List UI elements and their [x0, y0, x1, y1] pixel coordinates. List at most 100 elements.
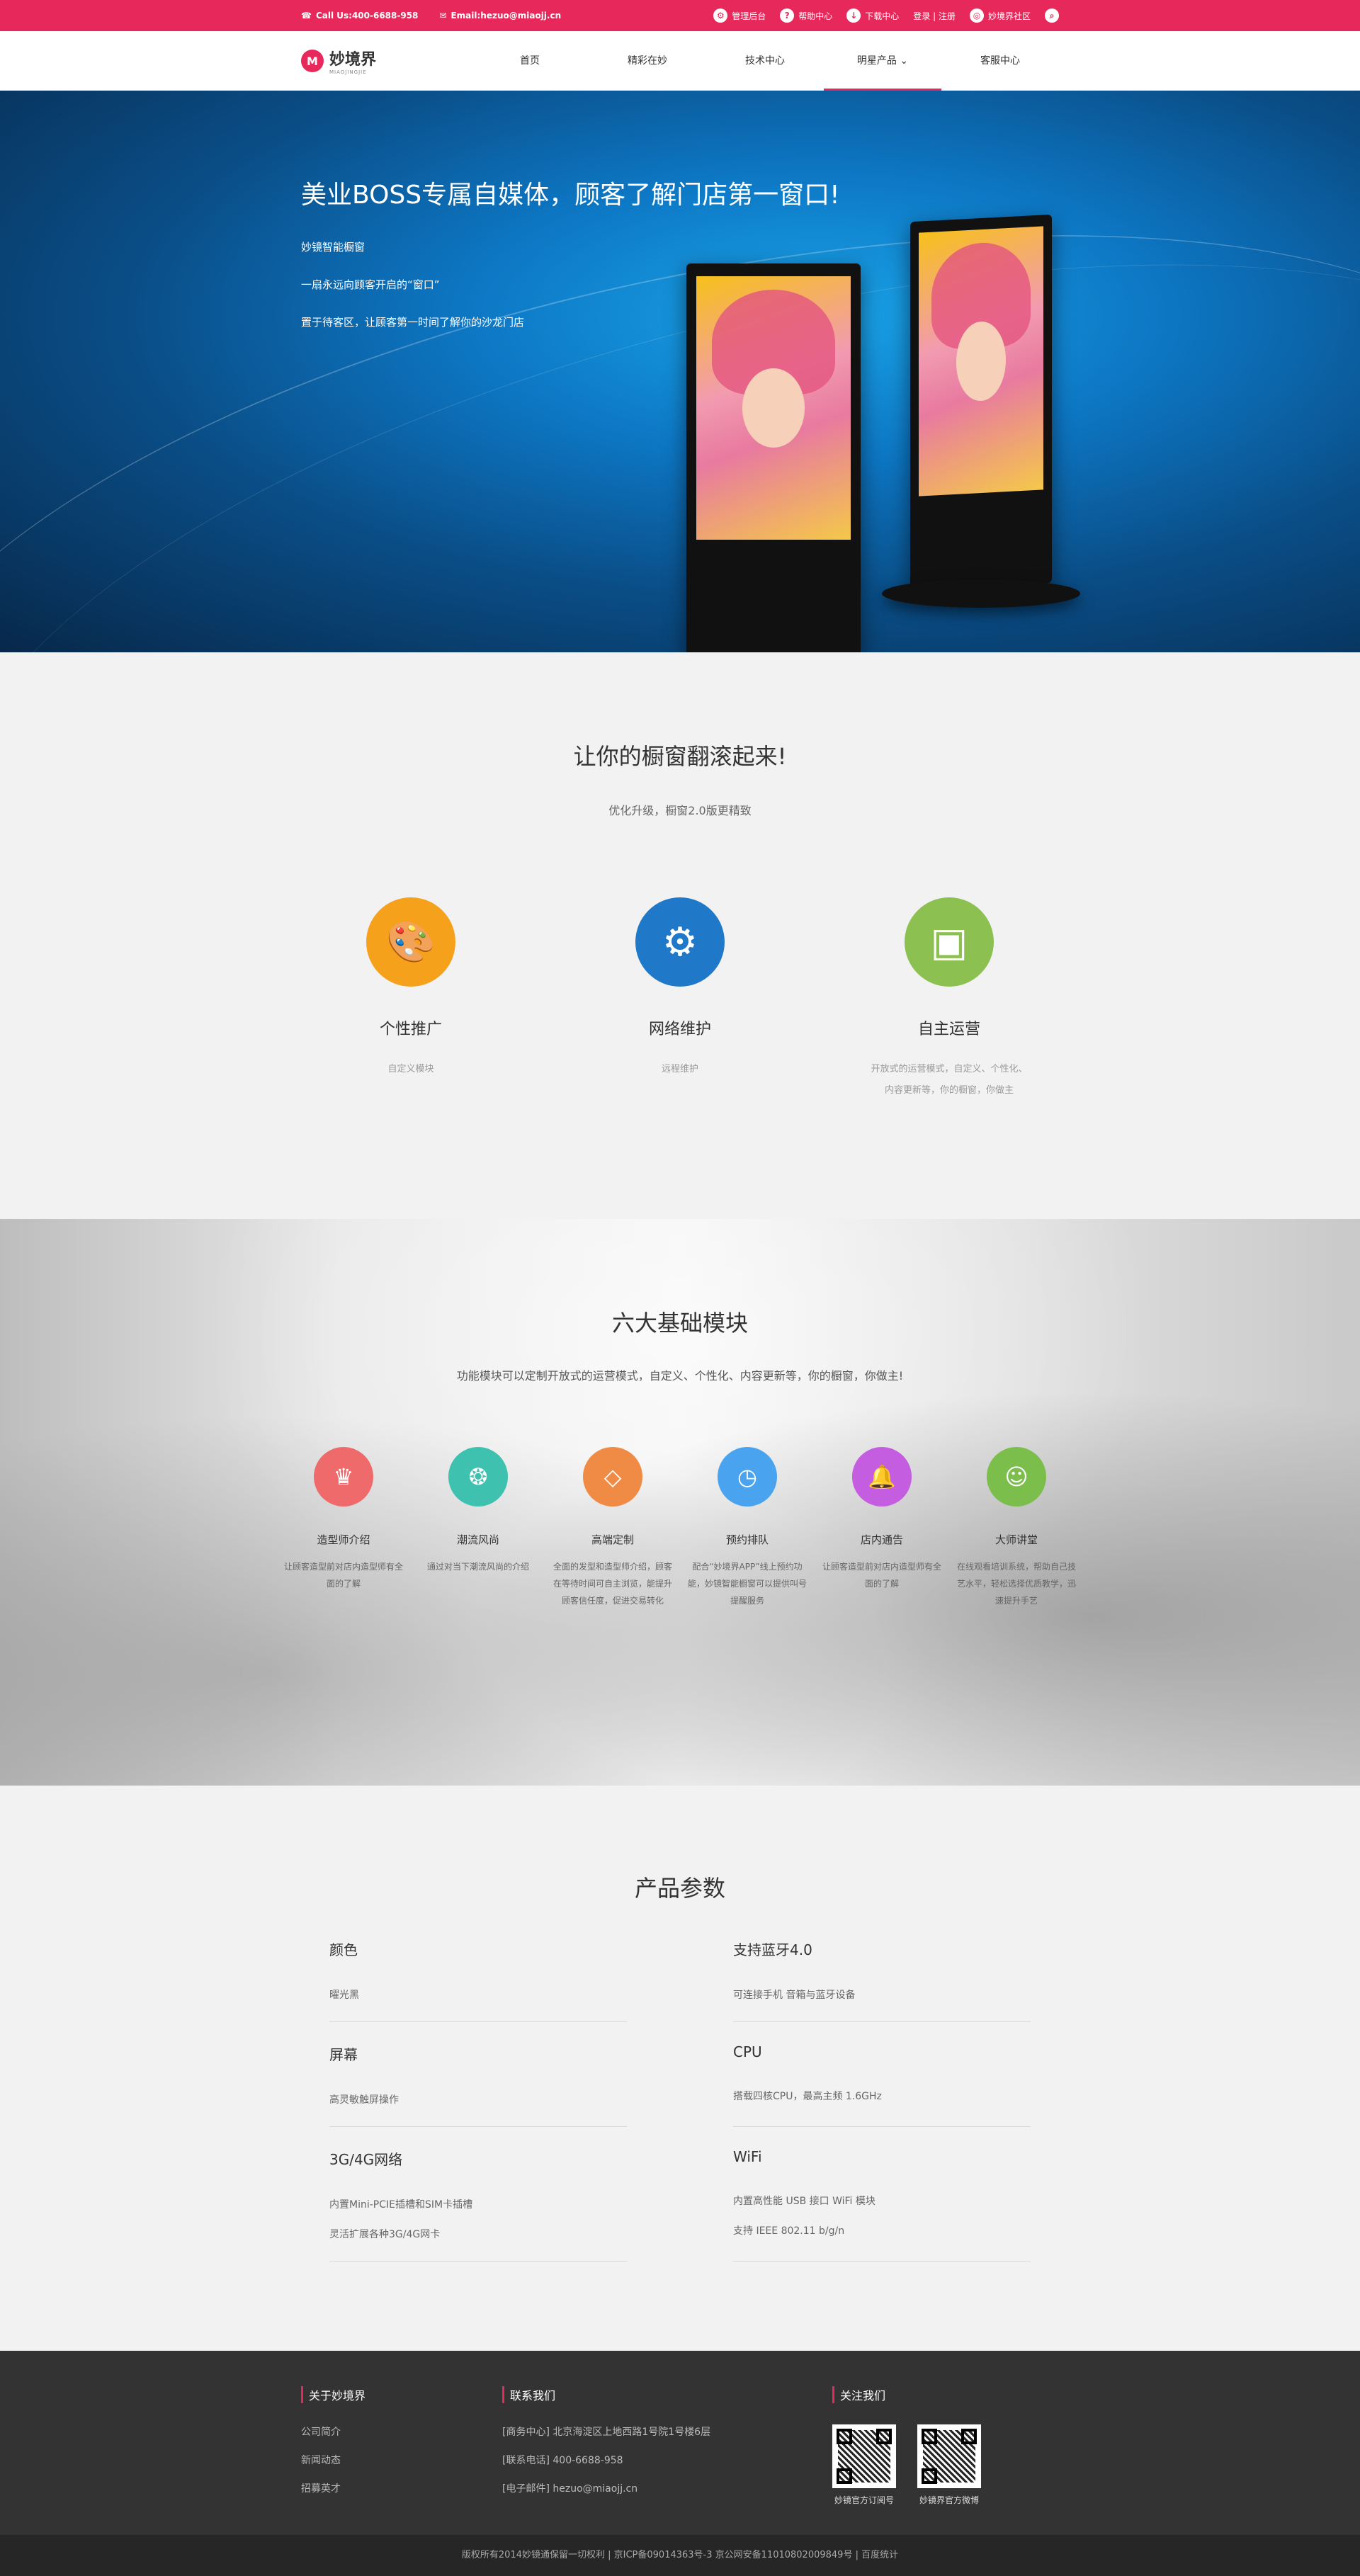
copyright-bar: 版权所有2014妙镜通保留一切权利 | 京ICP备09014363号-3 京公网… — [0, 2535, 1360, 2576]
param-value: 曜光黑 — [329, 1990, 359, 2001]
admin-icon: ⚙ — [713, 8, 728, 23]
download-link[interactable]: ↓ 下载中心 — [846, 8, 899, 23]
footer-contact-title: 联系我们 — [502, 2386, 832, 2403]
footer-about: 关于妙境界 公司简介 新闻动态 招募英才 — [301, 2386, 502, 2509]
diamond-icon: ◇ — [583, 1447, 642, 1507]
top-bar: ☎ Call Us:400-6688-958 ✉ Email:hezuo@miaoj… — [0, 0, 1360, 31]
feature-title: 网络维护 — [648, 1021, 711, 1038]
qr-wechat: 妙镜官方订阅号 — [832, 2424, 896, 2506]
footer-phone: [联系电话] 400-6688-958 — [502, 2455, 623, 2466]
param-value: 支持 IEEE 802.11 b/g/n — [733, 2225, 845, 2237]
param-name: 屏幕 — [329, 2046, 358, 2063]
footer-address: [商务中心] 北京海淀区上地西路1号院1号楼6层 — [502, 2427, 711, 2438]
module-card: ◷ 预约排队 配合“妙境界APP”线上预约功能，妙镜智能橱窗可以提供叫号提醒服务 — [687, 1447, 808, 1609]
qr-label: 妙镜界官方微博 — [919, 2495, 979, 2505]
qr-code-icon — [832, 2424, 896, 2488]
module-card: ☺ 大师讲堂 在线观看培训系统，帮助自己技艺水平，轻松选择优质教学，迅速提升手艺 — [956, 1447, 1077, 1609]
module-desc: 配合“妙境界APP”线上预约功能，妙镜智能橱窗可以提供叫号提醒服务 — [687, 1562, 807, 1606]
help-icon: ? — [780, 8, 795, 23]
features-section: 让你的橱窗翻滚起来! 优化升级，橱窗2.0版更精致 🎨 个性推广 自定义模块 ⚙… — [0, 652, 1360, 1219]
module-desc: 让顾客造型前对店内造型师有全面的了解 — [283, 1562, 403, 1589]
nav-item-products[interactable]: 明星产品 ⌄ — [824, 31, 941, 91]
admin-link[interactable]: ⚙ 管理后台 — [713, 8, 766, 23]
param-value: 内置Mini-PCIE插槽和SIM卡插槽 — [329, 2199, 473, 2211]
logo[interactable]: M 妙境界 MIAOJINGJIE — [301, 47, 471, 75]
footer-follow: 关注我们 妙镜官方订阅号 妙镜界官方微博 — [832, 2386, 981, 2509]
features-subtitle: 优化升级，橱窗2.0版更精致 — [608, 804, 752, 817]
footer-link-careers[interactable]: 招募英才 — [301, 2481, 502, 2495]
login-register-link[interactable]: 登录 | 注册 — [913, 10, 956, 22]
qr-label: 妙镜官方订阅号 — [834, 2495, 894, 2505]
teacher-icon: ☺ — [987, 1447, 1046, 1507]
hero-title: 美业BOSS专属自媒体，顾客了解门店第一窗口! — [301, 181, 840, 210]
modules-section: 六大基础模块 功能模块可以定制开放式的运营模式，自定义、个性化、内容更新等，你的… — [0, 1219, 1360, 1786]
module-title: 造型师介绍 — [317, 1533, 370, 1546]
phone-icon: ☎ — [301, 11, 312, 21]
param-name: CPU — [733, 2043, 762, 2060]
call-info: ☎ Call Us:400-6688-958 — [301, 11, 419, 21]
param-item: CPU 搭载四核CPU，最高主频 1.6GHz — [733, 2043, 1031, 2127]
community-link[interactable]: ◎ 妙境界社区 — [969, 8, 1031, 23]
nav-item-highlights[interactable]: 精彩在妙 — [589, 31, 706, 91]
param-item: 3G/4G网络 内置Mini-PCIE插槽和SIM卡插槽 灵活扩展各种3G/4G… — [329, 2148, 627, 2262]
feature-card: 🎨 个性推广 自定义模块 — [322, 897, 499, 1101]
param-item: 颜色 曜光黑 — [329, 1939, 627, 2022]
kiosk-front-image — [686, 263, 861, 652]
nav-item-tech[interactable]: 技术中心 — [706, 31, 824, 91]
feature-card: ⚙ 网络维护 远程维护 — [591, 897, 769, 1101]
clock-icon: ◷ — [718, 1447, 777, 1507]
module-card: ♛ 造型师介绍 让顾客造型前对店内造型师有全面的了解 — [283, 1447, 404, 1609]
feature-desc: 远程维护 — [661, 1064, 698, 1074]
hero-banner: 美业BOSS专属自媒体，顾客了解门店第一窗口! 妙镜智能橱窗 一扇永远向顾客开启… — [0, 91, 1360, 652]
footer-link-news[interactable]: 新闻动态 — [301, 2453, 502, 2467]
email-info: ✉ Email:hezuo@miaojj.cn — [439, 11, 562, 21]
feature-desc: 开放式的运营模式，自定义、个性化、内容更新等，你的橱窗，你做主 — [871, 1064, 1028, 1096]
module-title: 预约排队 — [725, 1533, 769, 1546]
module-desc: 在线观看培训系统，帮助自己技艺水平，轻松选择优质教学，迅速提升手艺 — [956, 1562, 1076, 1606]
search-icon[interactable]: ⌕ — [1045, 8, 1059, 23]
param-value: 可连接手机 音箱与蓝牙设备 — [733, 1990, 856, 2001]
module-card: 🔔 店内通告 让顾客造型前对店内造型师有全面的了解 — [822, 1447, 942, 1609]
param-value: 灵活扩展各种3G/4G网卡 — [329, 2229, 441, 2240]
feature-title: 个性推广 — [379, 1021, 442, 1038]
module-title: 店内通告 — [860, 1533, 903, 1546]
param-value: 内置高性能 USB 接口 WiFi 模块 — [733, 2196, 876, 2207]
modules-subtitle: 功能模块可以定制开放式的运营模式，自定义、个性化、内容更新等，你的橱窗，你做主! — [456, 1369, 904, 1383]
kiosk-angled-image — [910, 214, 1052, 591]
swirl-icon: ❂ — [448, 1447, 508, 1507]
qr-code-icon — [917, 2424, 981, 2488]
nav-item-service[interactable]: 客服中心 — [941, 31, 1059, 91]
feature-desc: 自定义模块 — [387, 1064, 434, 1074]
param-value: 高灵敏触屏操作 — [329, 2094, 399, 2106]
footer-contact: 联系我们 [商务中心] 北京海淀区上地西路1号院1号楼6层 [联系电话] 400… — [502, 2386, 832, 2509]
footer-link-company[interactable]: 公司简介 — [301, 2424, 502, 2439]
features-title: 让你的橱窗翻滚起来! — [573, 743, 787, 770]
logo-text: 妙境界 — [329, 50, 377, 69]
logo-subtext: MIAOJINGJIE — [329, 69, 367, 75]
copyright-text: 版权所有2014妙镜通保留一切权利 | 京ICP备09014363号-3 京公网… — [461, 2550, 899, 2560]
param-item: WiFi 内置高性能 USB 接口 WiFi 模块 支持 IEEE 802.11… — [733, 2148, 1031, 2262]
help-link[interactable]: ? 帮助中心 — [780, 8, 832, 23]
param-name: WiFi — [733, 2148, 762, 2165]
main-nav: M 妙境界 MIAOJINGJIE 首页 精彩在妙 技术中心 明星产品 ⌄ 客服… — [0, 31, 1360, 91]
feature-card: ▣ 自主运营 开放式的运营模式，自定义、个性化、内容更新等，你的橱窗，你做主 — [861, 897, 1038, 1101]
logo-mark-icon: M — [301, 50, 324, 72]
nav-item-home[interactable]: 首页 — [471, 31, 589, 91]
params-section: 产品参数 颜色 曜光黑 支持蓝牙4.0 可连接手机 音箱与蓝牙设备 屏幕 高灵敏… — [0, 1786, 1360, 2351]
feature-title: 自主运营 — [917, 1021, 980, 1038]
palette-icon: 🎨 — [366, 897, 455, 987]
mail-icon: ✉ — [439, 11, 447, 21]
module-title: 潮流风尚 — [456, 1533, 499, 1546]
module-desc: 通过对当下潮流风尚的介绍 — [426, 1562, 529, 1572]
download-icon: ↓ — [846, 8, 861, 23]
module-card: ❂ 潮流风尚 通过对当下潮流风尚的介绍 — [418, 1447, 538, 1609]
param-name: 3G/4G网络 — [329, 2151, 403, 2168]
chat-icon: ▣ — [905, 897, 994, 987]
param-name: 支持蓝牙4.0 — [733, 1941, 812, 1958]
param-item: 屏幕 高灵敏触屏操作 — [329, 2043, 627, 2127]
bell-icon: 🔔 — [852, 1447, 912, 1507]
param-name: 颜色 — [329, 1941, 358, 1958]
hero-line-1: 妙镜智能橱窗 — [301, 241, 366, 254]
params-title: 产品参数 — [634, 1875, 725, 1902]
module-desc: 让顾客造型前对店内造型师有全面的了解 — [822, 1562, 941, 1589]
